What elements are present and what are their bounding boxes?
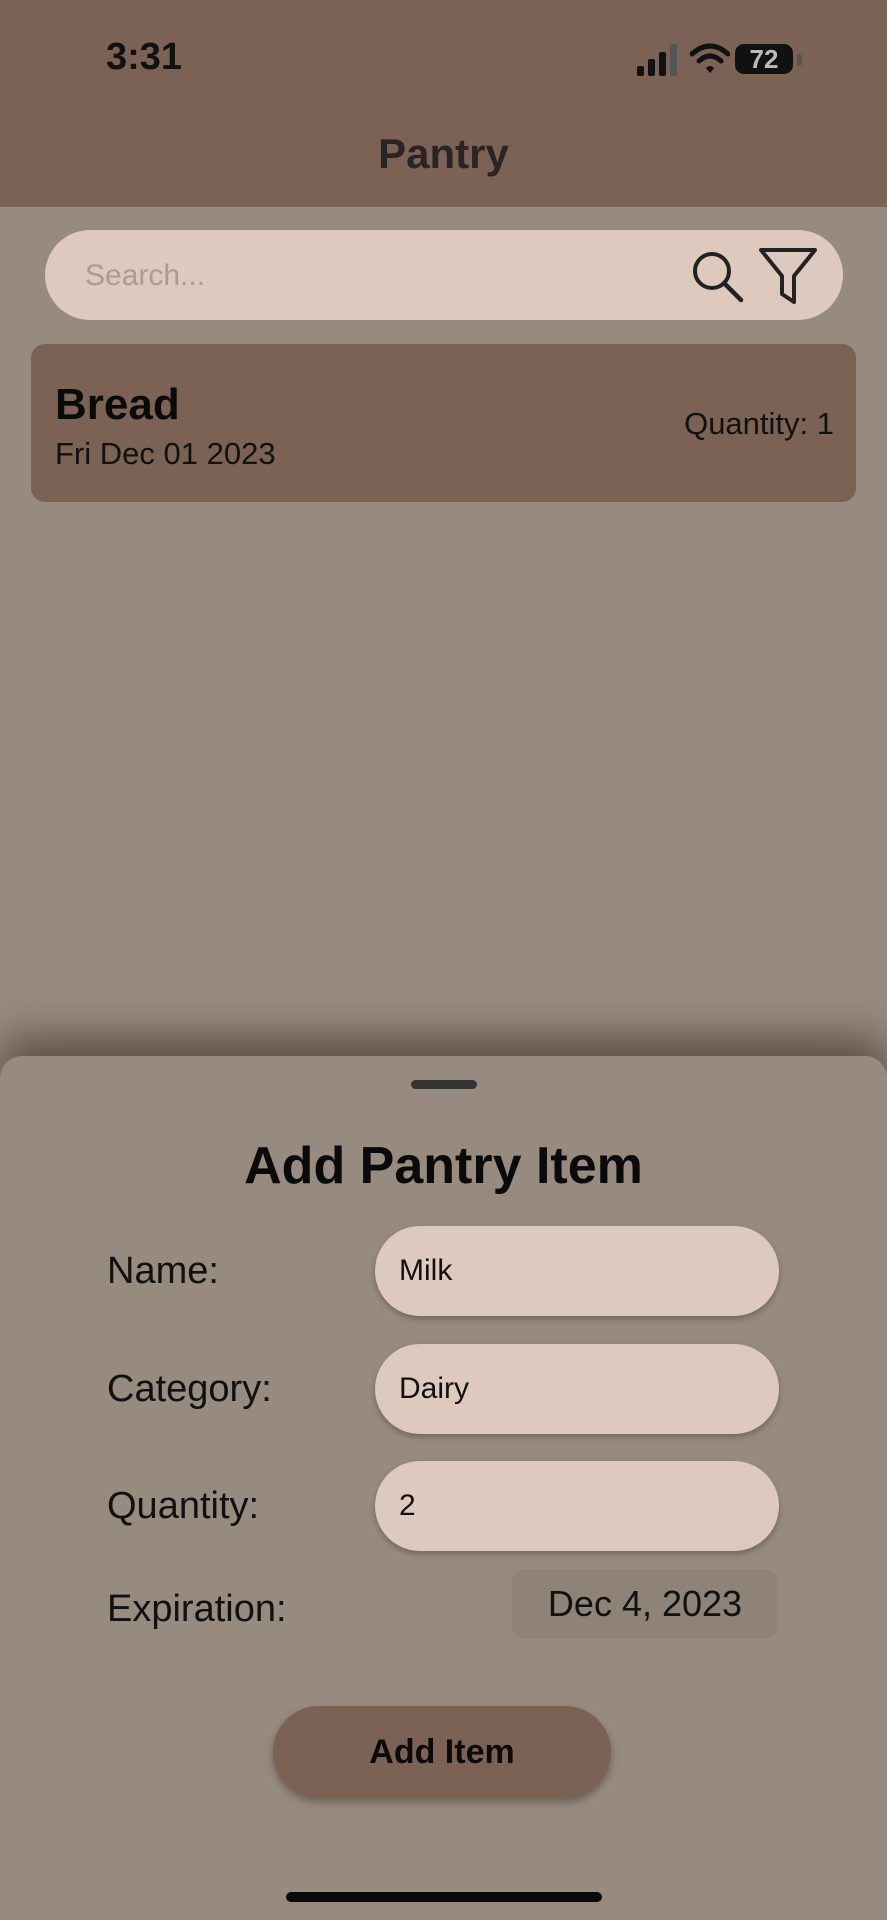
category-field[interactable] [375,1344,779,1434]
search-input[interactable] [83,250,687,302]
quantity-field[interactable] [375,1461,779,1551]
filter-icon[interactable] [757,244,819,308]
list-item[interactable]: Bread Fri Dec 01 2023 Quantity: 1 [31,344,856,502]
status-time: 3:31 [106,36,183,78]
wifi-icon [690,43,730,73]
sheet-title: Add Pantry Item [244,1137,643,1195]
search-icon[interactable] [687,246,747,306]
page-title: Pantry [378,130,509,177]
item-date: Fri Dec 01 2023 [55,436,276,471]
add-item-sheet: Add Pantry Item Name: Category: Quantity… [0,1056,887,1920]
add-item-button[interactable]: Add Item [273,1706,611,1798]
expiration-date-picker[interactable]: Dec 4, 2023 [512,1569,778,1639]
item-quantity: Quantity: 1 [684,406,834,441]
category-label: Category: [107,1368,272,1410]
home-indicator [286,1892,602,1902]
signal-icon [637,44,677,76]
sheet-grabber[interactable] [411,1080,477,1089]
battery-tip [797,54,802,66]
quantity-label: Quantity: [107,1485,260,1527]
header-bar: 3:31 72 Pantry [0,0,887,207]
expiration-label: Expiration: [107,1588,287,1630]
name-label: Name: [107,1250,219,1292]
battery-icon: 72 [735,44,793,74]
search-bar [45,230,843,320]
name-field[interactable] [375,1226,779,1316]
item-name: Bread [55,380,180,429]
